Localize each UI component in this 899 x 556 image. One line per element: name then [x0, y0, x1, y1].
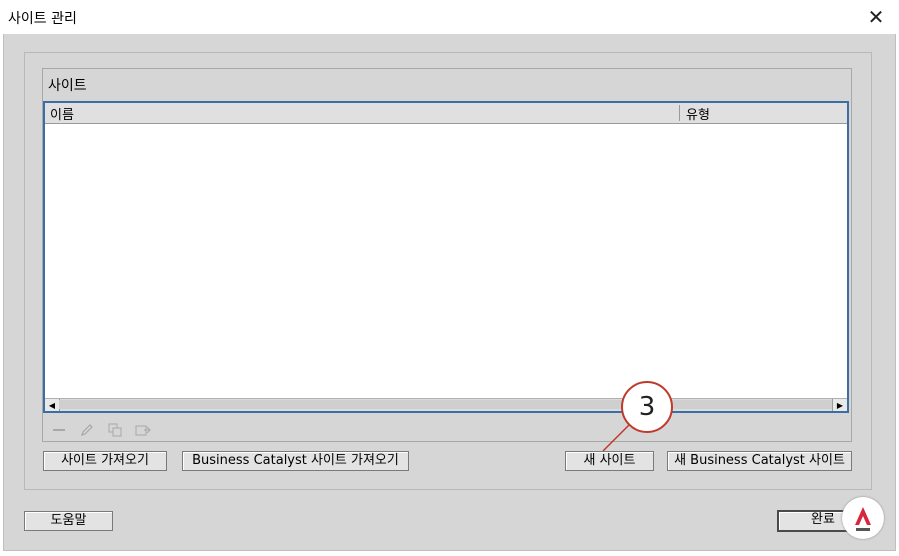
scroll-thumb[interactable]	[59, 400, 833, 409]
sites-list[interactable]: 이름 유형 ◀ ▶	[43, 101, 849, 413]
column-header-type[interactable]: 유형	[686, 104, 710, 123]
brand-logo	[842, 497, 884, 539]
scroll-left-arrow-icon[interactable]: ◀	[45, 399, 60, 411]
new-bc-site-button[interactable]: 새 Business Catalyst 사이트	[667, 451, 852, 471]
scroll-right-arrow-icon[interactable]: ▶	[832, 399, 847, 411]
step-callout: 3	[621, 381, 673, 433]
import-sites-button[interactable]: 사이트 가져오기	[43, 451, 167, 471]
minus-icon[interactable]	[50, 421, 68, 439]
horizontal-scrollbar[interactable]: ◀ ▶	[45, 398, 847, 411]
title-bar: 사이트 관리 ✕	[0, 0, 899, 34]
site-toolbar	[50, 420, 152, 440]
list-header: 이름 유형	[45, 103, 847, 124]
close-button[interactable]: ✕	[853, 0, 899, 34]
export-icon[interactable]	[134, 421, 152, 439]
step-number: 3	[638, 392, 656, 422]
duplicate-icon[interactable]	[106, 421, 124, 439]
close-icon: ✕	[867, 5, 885, 29]
help-button[interactable]: 도움말	[24, 511, 113, 531]
window-title: 사이트 관리	[8, 11, 77, 27]
column-divider[interactable]	[679, 105, 680, 121]
sites-group-label: 사이트	[48, 78, 87, 94]
import-bc-sites-button[interactable]: Business Catalyst 사이트 가져오기	[182, 451, 409, 471]
new-site-button[interactable]: 새 사이트	[565, 451, 654, 471]
pencil-icon[interactable]	[78, 421, 96, 439]
column-header-name[interactable]: 이름	[50, 104, 74, 123]
